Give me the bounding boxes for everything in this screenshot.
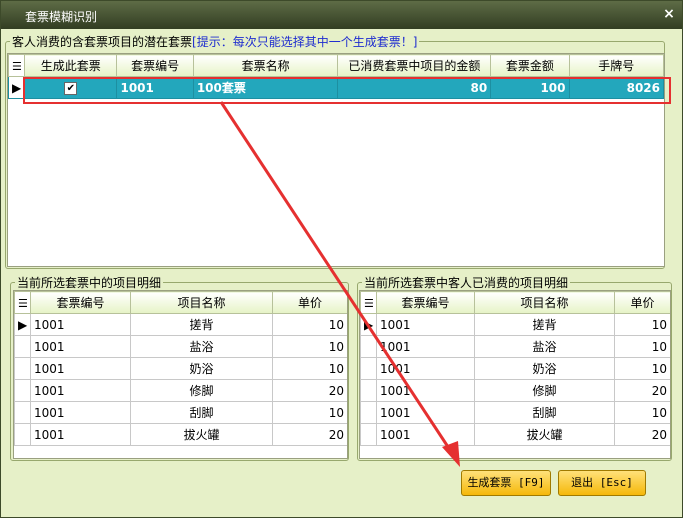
- price-cell[interactable]: 10: [272, 401, 347, 424]
- package-amount-cell[interactable]: 100: [490, 76, 570, 99]
- price-cell[interactable]: 10: [272, 313, 347, 336]
- row-indicator: [14, 401, 31, 424]
- grid-icon[interactable]: ☰: [8, 54, 26, 77]
- price-cell[interactable]: 10: [614, 401, 670, 424]
- col-package-code[interactable]: 套票编号: [376, 291, 475, 314]
- generate-checkbox[interactable]: ✔: [64, 82, 78, 95]
- table-row[interactable]: 1001 修脚 20: [360, 379, 670, 402]
- table-row[interactable]: 1001 拔火罐 20: [360, 423, 670, 446]
- col-tag-number[interactable]: 手牌号: [568, 54, 664, 77]
- consumed-items-title: 当前所选套票中客人已消费的项目明细: [362, 274, 571, 291]
- row-indicator: [14, 379, 31, 402]
- row-indicator: [14, 423, 31, 446]
- consumed-amount-cell[interactable]: 80: [337, 76, 492, 99]
- code-cell[interactable]: 1001: [30, 379, 131, 402]
- table-row[interactable]: 1001 刮脚 10: [14, 401, 347, 424]
- tag-number-cell[interactable]: 8026: [568, 76, 664, 99]
- table-row[interactable]: 1001 盐浴 10: [14, 335, 347, 358]
- item-name-cell[interactable]: 盐浴: [130, 335, 273, 358]
- col-package-code[interactable]: 套票编号: [116, 54, 194, 77]
- close-icon[interactable]: ×: [662, 7, 676, 21]
- col-package-code[interactable]: 套票编号: [30, 291, 131, 314]
- table-row[interactable]: ▶ 1001 搓背 10: [360, 313, 670, 336]
- price-cell[interactable]: 10: [614, 313, 670, 336]
- code-cell[interactable]: 1001: [376, 357, 475, 380]
- window-title: 套票模糊识别: [25, 10, 98, 24]
- generate-package-button[interactable]: 生成套票 [F9]: [461, 470, 551, 496]
- code-cell[interactable]: 1001: [376, 423, 475, 446]
- price-cell[interactable]: 20: [614, 423, 670, 446]
- price-cell[interactable]: 10: [272, 335, 347, 358]
- group-title-text: 客人消费的含套票项目的潜在套票: [12, 35, 193, 49]
- col-package-amount[interactable]: 套票金额: [490, 54, 570, 77]
- row-indicator: [14, 357, 31, 380]
- table-row[interactable]: ▶ ✔ 1001 100套票 80 100 8026: [8, 76, 664, 99]
- item-name-cell[interactable]: 刮脚: [130, 401, 273, 424]
- grid-icon[interactable]: ☰: [14, 291, 31, 314]
- table-row[interactable]: 1001 修脚 20: [14, 379, 347, 402]
- item-name-cell[interactable]: 拔火罐: [474, 423, 615, 446]
- col-consumed-amount[interactable]: 已消费套票中项目的金额: [337, 54, 492, 77]
- grid-icon[interactable]: ☰: [360, 291, 377, 314]
- generate-checkbox-cell[interactable]: ✔: [24, 76, 118, 99]
- item-name-cell[interactable]: 盐浴: [474, 335, 615, 358]
- table-row[interactable]: 1001 拔火罐 20: [14, 423, 347, 446]
- item-name-cell[interactable]: 奶浴: [130, 357, 273, 380]
- col-item-name[interactable]: 项目名称: [130, 291, 273, 314]
- code-cell[interactable]: 1001: [376, 313, 475, 336]
- packages-grid[interactable]: ☰ 生成此套票 套票编号 套票名称 已消费套票中项目的金额 套票金额 手牌号 ▶…: [7, 53, 665, 267]
- code-cell[interactable]: 1001: [376, 379, 475, 402]
- code-cell[interactable]: 1001: [30, 423, 131, 446]
- code-cell[interactable]: 1001: [30, 313, 131, 336]
- price-cell[interactable]: 10: [614, 357, 670, 380]
- row-pointer-icon: ▶: [14, 313, 31, 336]
- table-row[interactable]: 1001 奶浴 10: [14, 357, 347, 380]
- item-name-cell[interactable]: 修脚: [474, 379, 615, 402]
- package-items-grid[interactable]: ☰ 套票编号 项目名称 单价 ▶ 1001 搓背 10 1001 盐浴 10 1001 奶浴…: [13, 290, 348, 459]
- row-indicator: [360, 423, 377, 446]
- table-row[interactable]: ▶ 1001 搓背 10: [14, 313, 347, 336]
- package-code-cell[interactable]: 1001: [116, 76, 194, 99]
- exit-button[interactable]: 退出 [Esc]: [558, 470, 646, 496]
- package-name-cell[interactable]: 100套票: [192, 76, 339, 99]
- consumed-items-grid[interactable]: ☰ 套票编号 项目名称 单价 ▶ 1001 搓背 10 1001 盐浴 10 1001 奶浴…: [359, 290, 671, 459]
- item-name-cell[interactable]: 搓背: [130, 313, 273, 336]
- item-name-cell[interactable]: 奶浴: [474, 357, 615, 380]
- table-row[interactable]: 1001 盐浴 10: [360, 335, 670, 358]
- col-unit-price[interactable]: 单价: [272, 291, 347, 314]
- row-indicator: [360, 357, 377, 380]
- col-unit-price[interactable]: 单价: [614, 291, 670, 314]
- package-items-title: 当前所选套票中的项目明细: [15, 274, 164, 291]
- row-pointer-icon: ▶: [8, 76, 26, 99]
- row-indicator: [360, 401, 377, 424]
- row-indicator: [360, 335, 377, 358]
- price-cell[interactable]: 10: [272, 357, 347, 380]
- table-row[interactable]: 1001 刮脚 10: [360, 401, 670, 424]
- code-cell[interactable]: 1001: [30, 335, 131, 358]
- potential-packages-title: 客人消费的含套票项目的潜在套票[提示：每次只能选择其中一个生成套票！]: [10, 33, 420, 50]
- row-pointer-icon: ▶: [360, 313, 377, 336]
- row-indicator: [14, 335, 31, 358]
- code-cell[interactable]: 1001: [376, 401, 475, 424]
- price-cell[interactable]: 20: [614, 379, 670, 402]
- dialog-window: 套票模糊识别 × 客人消费的含套票项目的潜在套票[提示：每次只能选择其中一个生成…: [0, 0, 683, 518]
- col-item-name[interactable]: 项目名称: [474, 291, 615, 314]
- col-package-name[interactable]: 套票名称: [192, 54, 339, 77]
- price-cell[interactable]: 10: [614, 335, 670, 358]
- row-indicator: [360, 379, 377, 402]
- price-cell[interactable]: 20: [272, 379, 347, 402]
- item-name-cell[interactable]: 修脚: [130, 379, 273, 402]
- hint-text: [提示：每次只能选择其中一个生成套票！]: [192, 35, 418, 49]
- price-cell[interactable]: 20: [272, 423, 347, 446]
- item-name-cell[interactable]: 搓背: [474, 313, 615, 336]
- col-generate[interactable]: 生成此套票: [24, 54, 118, 77]
- code-cell[interactable]: 1001: [376, 335, 475, 358]
- item-name-cell[interactable]: 刮脚: [474, 401, 615, 424]
- code-cell[interactable]: 1001: [30, 357, 131, 380]
- title-bar[interactable]: 套票模糊识别 ×: [1, 1, 682, 29]
- table-row[interactable]: 1001 奶浴 10: [360, 357, 670, 380]
- code-cell[interactable]: 1001: [30, 401, 131, 424]
- item-name-cell[interactable]: 拔火罐: [130, 423, 273, 446]
